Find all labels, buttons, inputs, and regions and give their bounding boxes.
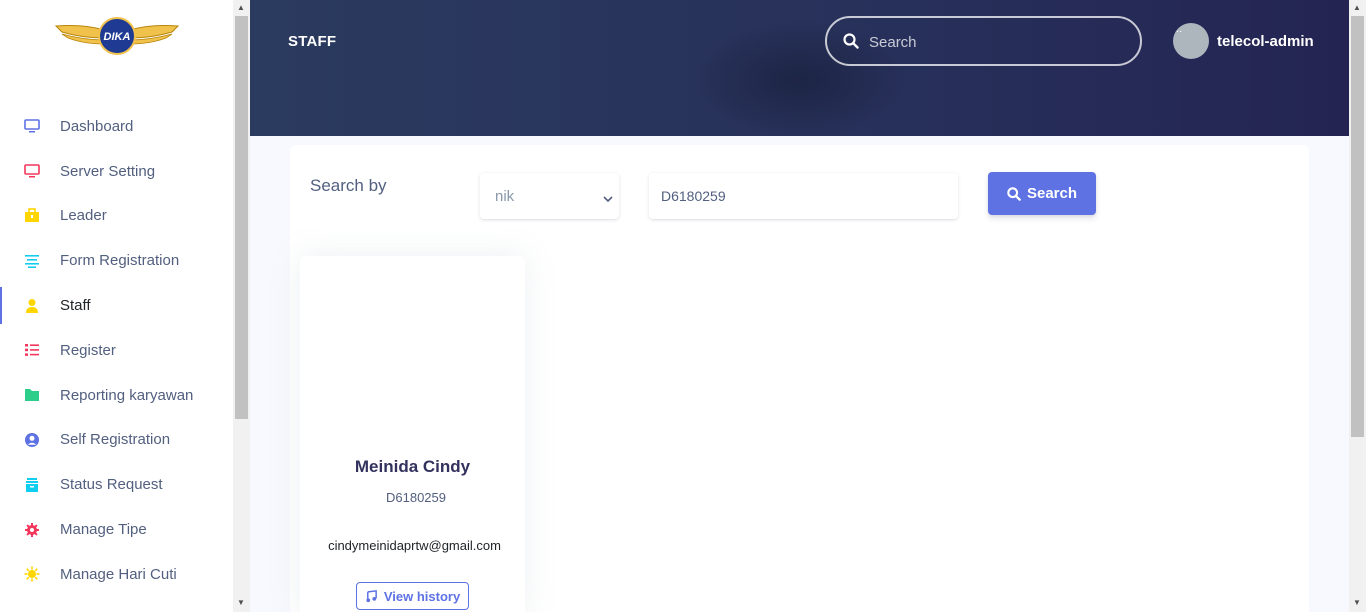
staff-card: Meinida Cindy D6180259 cindymeinidaprtw@… [300,256,525,612]
dika-logo[interactable]: DIKA [54,16,180,56]
logo-text: DIKA [104,31,131,43]
sidebar-item-form-registration[interactable]: Form Registration [0,238,233,283]
sidebar-item-label: Manage Hari Cuti [60,565,177,583]
search-button-label: Search [1026,185,1078,202]
input-value: D6180259 [661,188,726,204]
sidebar-scrollbar-thumb[interactable] [235,16,248,419]
user-circle-icon [23,431,40,448]
page-scrollbar[interactable]: ▲ ▼ [1349,0,1366,612]
monitor-icon [23,163,40,180]
sidebar: DIKA Dashboard Server Setting Leader For… [0,0,233,612]
sidebar-item-label: Staff [60,297,91,315]
sidebar-item-status-request[interactable]: Status Request [0,462,233,507]
sidebar-item-server-setting[interactable]: Server Setting [0,149,233,194]
avatar-broken-image: ... [1173,23,1183,35]
username[interactable]: telecol-admin [1217,33,1314,50]
select-value: nik [495,188,515,205]
scroll-up-icon[interactable]: ▲ [237,3,245,12]
page-scrollbar-thumb[interactable] [1351,16,1364,437]
search-value-input[interactable]: D6180259 [649,173,958,219]
sidebar-item-label: Leader [60,207,107,225]
page-title: STAFF [288,33,337,50]
staff-nik: D6180259 [386,490,446,505]
list-icon [23,342,40,359]
scroll-down-icon[interactable]: ▼ [237,598,245,607]
sidebar-item-register[interactable]: Register [0,328,233,373]
sidebar-item-label: Manage Tipe [60,521,147,539]
search-icon [1007,186,1021,201]
archive-icon [23,476,40,493]
folder-icon [23,387,40,404]
align-center-icon [23,252,40,269]
avatar[interactable]: ... [1173,23,1209,59]
scroll-down-icon[interactable]: ▼ [1353,598,1361,607]
sidebar-item-staff[interactable]: Staff [0,283,233,328]
search-button[interactable]: Search [988,172,1096,215]
sidebar-item-label: Reporting karyawan [60,386,194,404]
sidebar-item-self-registration[interactable]: Self Registration [0,418,233,463]
sidebar-nav: Dashboard Server Setting Leader Form Reg… [0,104,233,597]
header-search-input[interactable] [869,30,1119,54]
sun-icon [23,566,40,583]
sidebar-item-label: Status Request [60,476,163,494]
monitor-icon [23,118,40,135]
briefcase-icon [23,207,40,224]
staff-email: cindymeinidaprtw@gmail.com [328,538,501,553]
search-icon [843,33,859,54]
user-icon [23,297,40,314]
sidebar-item-label: Self Registration [60,431,171,449]
gear-icon [23,521,40,538]
staff-name: Meinida Cindy [354,457,471,476]
search-by-select[interactable]: nik [480,173,619,219]
view-history-label: View history [383,588,461,604]
header-search[interactable] [825,16,1142,66]
sidebar-item-label: Server Setting [60,162,156,180]
scroll-up-icon[interactable]: ▲ [1353,3,1361,12]
sidebar-item-leader[interactable]: Leader [0,194,233,239]
search-by-label: Search by [310,176,387,195]
header: STAFF ... telecol-admin [250,0,1349,136]
sidebar-item-label: Form Registration [60,252,180,270]
sidebar-item-manage-tipe[interactable]: Manage Tipe [0,507,233,552]
sidebar-item-manage-hari-cuti[interactable]: Manage Hari Cuti [0,552,233,597]
sidebar-item-label: Dashboard [60,117,134,135]
sidebar-item-reporting-karyawan[interactable]: Reporting karyawan [0,373,233,418]
sidebar-item-dashboard[interactable]: Dashboard [0,104,233,149]
history-icon [366,589,377,602]
view-history-button[interactable]: View history [356,582,469,610]
chevron-down-icon [603,190,613,208]
sidebar-scrollbar[interactable]: ▲ ▼ [233,0,250,612]
sidebar-item-label: Register [60,341,116,359]
